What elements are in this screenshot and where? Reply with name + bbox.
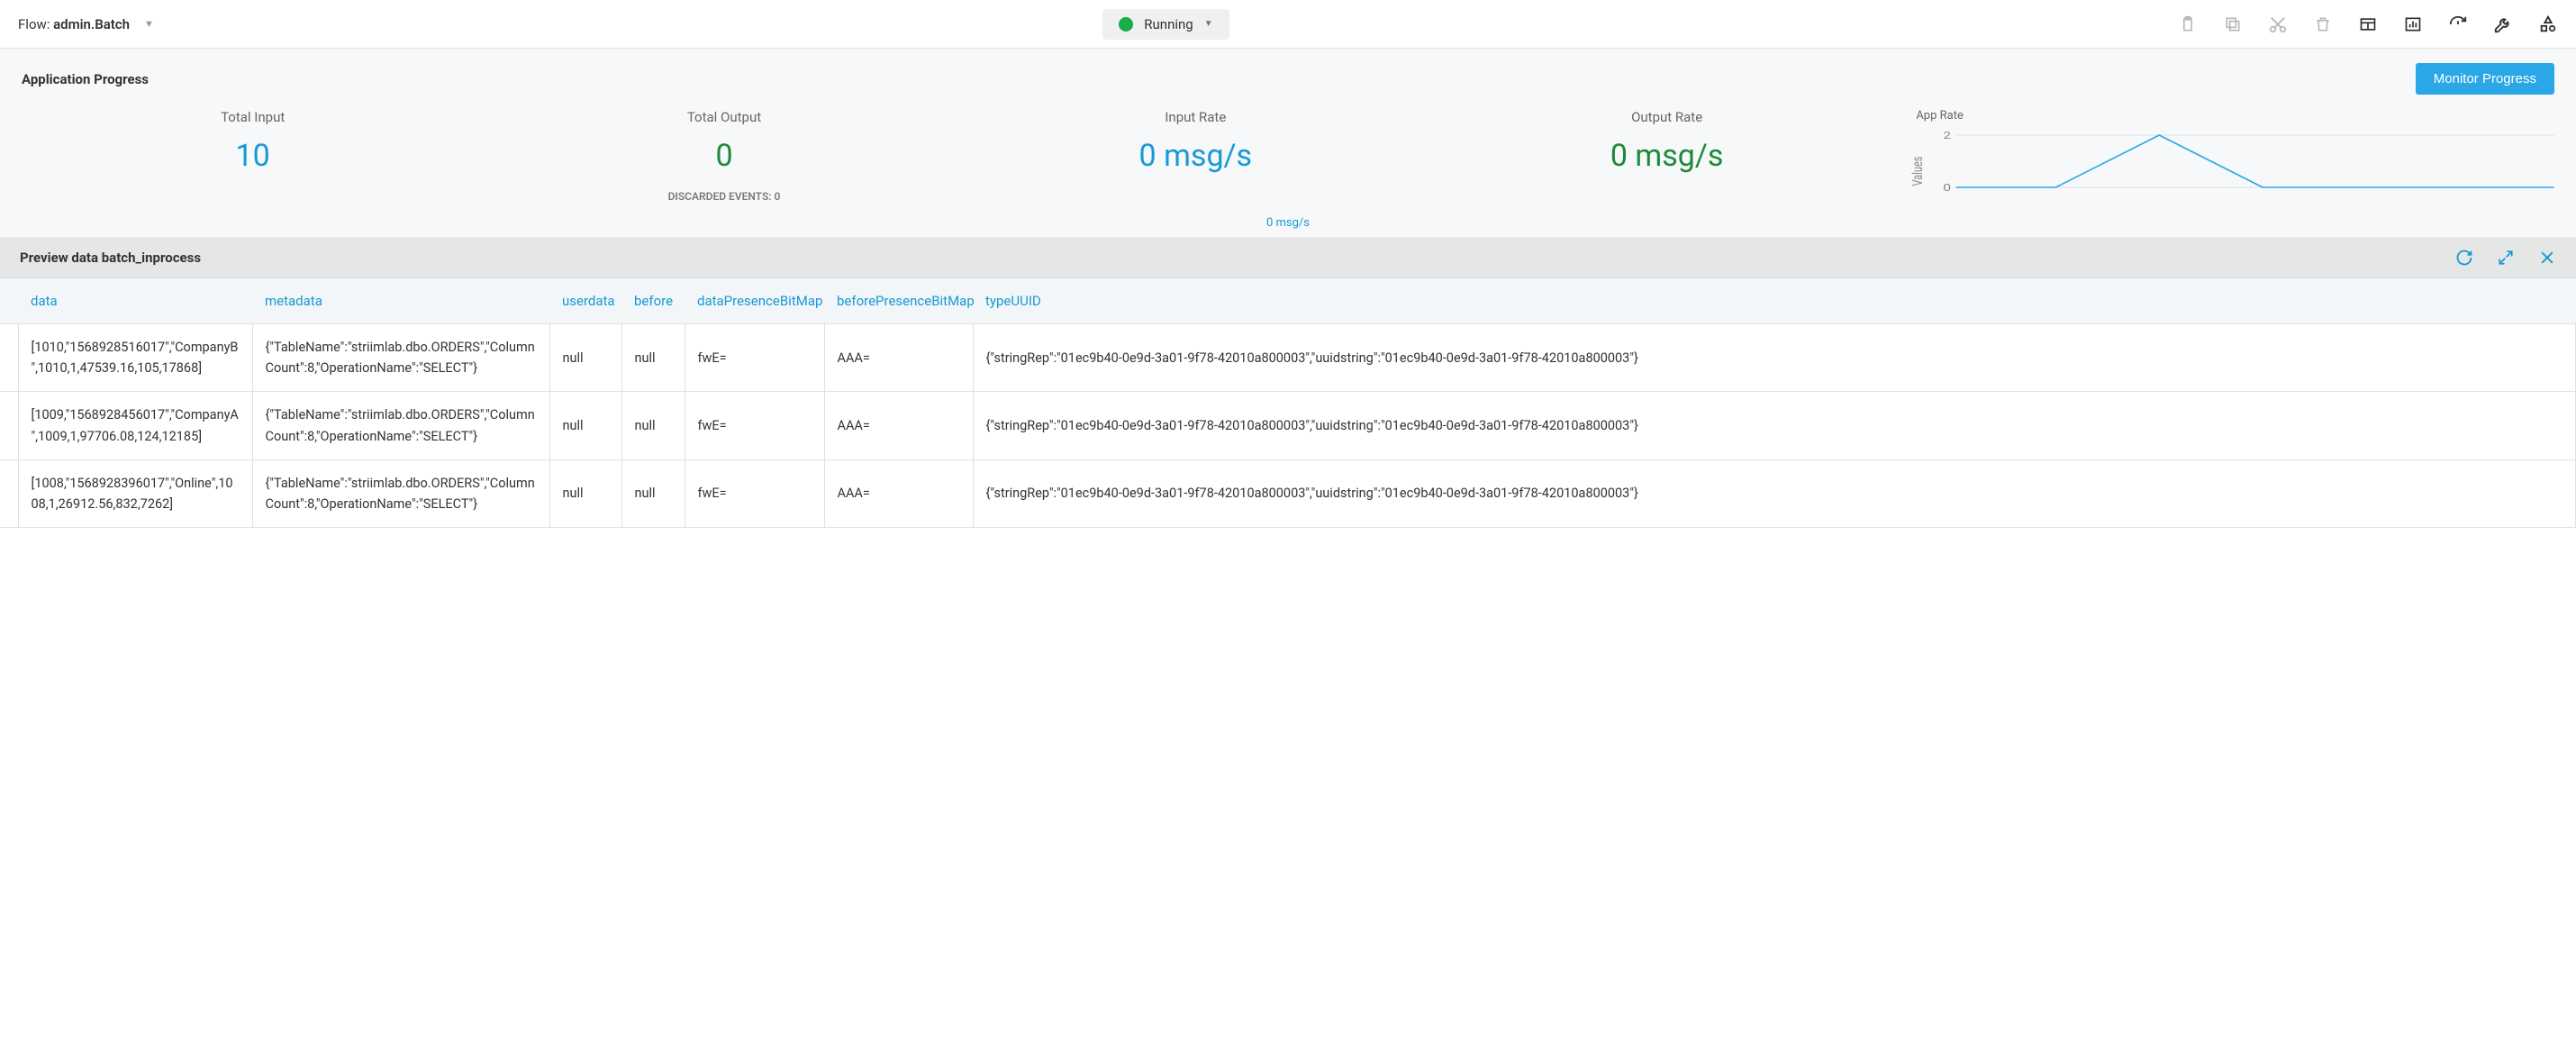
col-typeuuid[interactable]: typeUUID (973, 278, 2576, 324)
total-input-value: 10 (236, 138, 270, 174)
cell-before: null (621, 324, 685, 392)
col-data[interactable]: data (18, 278, 252, 324)
discarded-events-label: DISCARDED EVENTS: 0 (493, 190, 955, 203)
preview-title: Preview data batch_inprocess (20, 250, 201, 266)
status-indicator-icon (1119, 17, 1133, 32)
input-rate-metric: Input Rate 0 msg/s (965, 109, 1427, 174)
close-icon[interactable] (2538, 249, 2556, 267)
cell-beforepresencebitmap: AAA= (824, 392, 973, 459)
chevron-down-icon: ▼ (144, 18, 154, 30)
col-metadata[interactable]: metadata (252, 278, 549, 324)
total-input-metric: Total Input 10 (22, 109, 484, 174)
preview-table: data metadata userdata before dataPresen… (0, 278, 2576, 528)
cell-datapresencebitmap: fwE= (685, 459, 824, 527)
preview-header: Preview data batch_inprocess (0, 238, 2576, 278)
cell-beforepresencebitmap: AAA= (824, 324, 973, 392)
app-rate-chart: App Rate Values 2 0 (1907, 109, 2554, 211)
cell-data: [1008,"1568928396017","Online",1008,1,26… (18, 459, 252, 527)
chevron-down-icon: ▼ (1204, 19, 1213, 29)
cell-typeuuid: {"stringRep":"01ec9b40-0e9d-3a01-9f78-42… (973, 324, 2576, 392)
flow-selector[interactable]: Flow: admin.Batch ▼ (18, 16, 154, 32)
chart-tick-2: 2 (1944, 130, 1952, 141)
monitor-progress-button[interactable]: Monitor Progress (2416, 63, 2554, 95)
col-beforepresencebitmap[interactable]: beforePresenceBitMap (824, 278, 973, 324)
copy-icon[interactable] (2223, 14, 2243, 34)
col-datapresencebitmap[interactable]: dataPresenceBitMap (685, 278, 824, 324)
col-userdata[interactable]: userdata (549, 278, 621, 324)
col-before[interactable]: before (621, 278, 685, 324)
status-text: Running (1144, 16, 1193, 32)
refresh-icon[interactable] (2455, 249, 2473, 267)
flow-label: Flow: admin.Batch (18, 16, 130, 32)
cell-before: null (621, 392, 685, 459)
toolbar (2178, 14, 2558, 34)
total-output-value: 0 (715, 138, 732, 174)
row-index (0, 459, 18, 527)
cell-data: [1010,"1568928516017","CompanyB",1010,1,… (18, 324, 252, 392)
cell-metadata: {"TableName":"striimlab.dbo.ORDERS","Col… (252, 324, 549, 392)
cell-data: [1009,"1568928456017","CompanyA",1009,1,… (18, 392, 252, 459)
chart-icon[interactable] (2403, 14, 2423, 34)
output-rate-value: 0 msg/s (1610, 138, 1724, 174)
wrench-icon[interactable] (2493, 14, 2513, 34)
cell-metadata: {"TableName":"striimlab.dbo.ORDERS","Col… (252, 459, 549, 527)
cell-datapresencebitmap: fwE= (685, 324, 824, 392)
chart-line (1956, 135, 2554, 187)
cell-datapresencebitmap: fwE= (685, 392, 824, 459)
expand-icon[interactable] (2497, 249, 2515, 267)
input-rate-value: 0 msg/s (1139, 138, 1253, 174)
total-output-metric: Total Output 0 DISCARDED EVENTS: 0 (493, 109, 955, 203)
cell-before: null (621, 459, 685, 527)
cell-userdata: null (549, 392, 621, 459)
table-row[interactable]: [1010,"1568928516017","CompanyB",1010,1,… (0, 324, 2576, 392)
cut-icon[interactable] (2268, 14, 2288, 34)
chart-tick-0: 0 (1944, 182, 1952, 194)
row-index (0, 324, 18, 392)
clipboard-icon[interactable] (2178, 14, 2198, 34)
row-index (0, 392, 18, 459)
cell-metadata: {"TableName":"striimlab.dbo.ORDERS","Col… (252, 392, 549, 459)
progress-title: Application Progress (22, 71, 149, 87)
shapes-icon[interactable] (2538, 14, 2558, 34)
top-bar: Flow: admin.Batch ▼ Running ▼ (0, 0, 2576, 49)
table-header-row: data metadata userdata before dataPresen… (0, 278, 2576, 324)
status-dropdown[interactable]: Running ▼ (1102, 9, 1229, 40)
chart-y-label: Values (1910, 157, 1927, 186)
cell-typeuuid: {"stringRep":"01ec9b40-0e9d-3a01-9f78-42… (973, 392, 2576, 459)
delete-icon[interactable] (2313, 14, 2333, 34)
rate-bubble: 0 msg/s (22, 216, 2554, 230)
output-rate-metric: Output Rate 0 msg/s (1436, 109, 1898, 174)
cell-userdata: null (549, 324, 621, 392)
cell-beforepresencebitmap: AAA= (824, 459, 973, 527)
table-row[interactable]: [1009,"1568928456017","CompanyA",1009,1,… (0, 392, 2576, 459)
layout-icon[interactable] (2358, 14, 2378, 34)
refresh-alert-icon[interactable] (2448, 14, 2468, 34)
application-progress-panel: Application Progress Monitor Progress To… (0, 49, 2576, 238)
cell-typeuuid: {"stringRep":"01ec9b40-0e9d-3a01-9f78-42… (973, 459, 2576, 527)
table-row[interactable]: [1008,"1568928396017","Online",1008,1,26… (0, 459, 2576, 527)
cell-userdata: null (549, 459, 621, 527)
